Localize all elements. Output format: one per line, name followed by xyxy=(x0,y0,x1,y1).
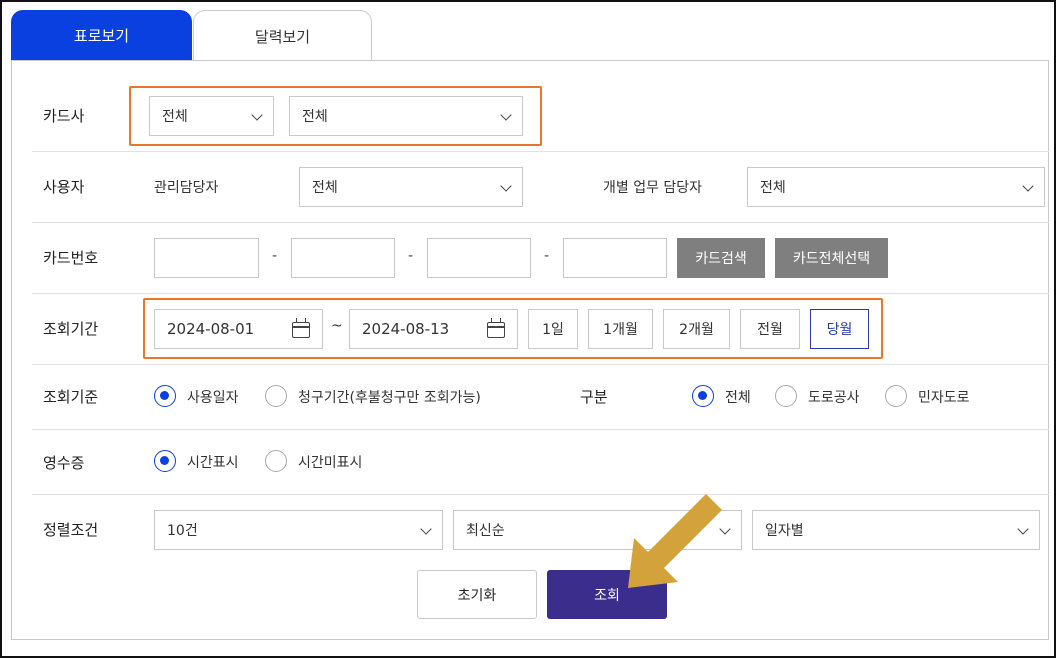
category-option-all[interactable]: 전체 xyxy=(725,387,751,407)
criteria-radio-billing-period[interactable] xyxy=(265,385,287,407)
category-radio-all[interactable] xyxy=(692,385,714,407)
card-number-separator: - xyxy=(544,248,550,264)
receipt-radio-hide-time[interactable] xyxy=(265,450,287,472)
sort-count-value: 10건 xyxy=(167,523,198,539)
divider xyxy=(32,494,1049,495)
chevron-down-icon xyxy=(1022,180,1034,192)
tab-calendar-view[interactable]: 달력보기 xyxy=(193,10,372,61)
category-option-private-road[interactable]: 민자도로 xyxy=(918,387,970,407)
receipt-label: 영수증 xyxy=(43,454,85,472)
criteria-option-billing-period[interactable]: 청구기간(후불청구만 조회가능) xyxy=(298,387,481,407)
divider xyxy=(32,222,1049,223)
manager-select-value: 전체 xyxy=(312,180,338,196)
card-number-field-2[interactable] xyxy=(291,238,395,278)
card-number-field-1[interactable] xyxy=(154,238,259,278)
highlight-period xyxy=(143,298,883,359)
sort-order-value: 최신순 xyxy=(466,523,505,539)
card-number-separator: - xyxy=(408,248,414,264)
category-option-expressway[interactable]: 도로공사 xyxy=(808,387,860,407)
card-number-label: 카드번호 xyxy=(43,249,99,267)
chevron-down-icon xyxy=(420,523,432,535)
card-company-label: 카드사 xyxy=(43,107,85,125)
criteria-radio-usage-date[interactable] xyxy=(154,385,176,407)
divider xyxy=(32,293,1049,294)
pointer-arrow-icon xyxy=(628,492,722,588)
highlight-card-company xyxy=(129,86,542,146)
sort-label: 정렬조건 xyxy=(43,521,99,539)
category-radio-expressway[interactable] xyxy=(775,385,797,407)
criteria-option-usage-date[interactable]: 사용일자 xyxy=(187,387,239,407)
individual-manager-select[interactable]: 전체 xyxy=(747,167,1045,207)
receipt-option-show-time[interactable]: 시간표시 xyxy=(187,452,239,472)
period-label: 조회기간 xyxy=(43,320,99,338)
receipt-option-hide-time[interactable]: 시간미표시 xyxy=(298,452,362,472)
individual-manager-select-value: 전체 xyxy=(760,180,786,196)
category-radio-private-road[interactable] xyxy=(885,385,907,407)
user-label: 사용자 xyxy=(43,178,85,196)
sort-grouping-select[interactable]: 일자별 xyxy=(752,510,1040,550)
card-number-field-3[interactable] xyxy=(427,238,531,278)
card-select-all-button[interactable]: 카드전체선택 xyxy=(775,238,888,278)
category-label: 구분 xyxy=(580,388,608,406)
receipt-radio-show-time[interactable] xyxy=(154,450,176,472)
card-number-field-4[interactable] xyxy=(563,238,667,278)
card-search-button[interactable]: 카드검색 xyxy=(677,238,765,278)
card-number-separator: - xyxy=(272,248,278,264)
divider xyxy=(32,364,1049,365)
individual-manager-label: 개별 업무 담당자 xyxy=(603,180,703,196)
divider xyxy=(32,429,1049,430)
sort-grouping-value: 일자별 xyxy=(765,523,804,539)
tab-table-view[interactable]: 표로보기 xyxy=(11,10,192,61)
sort-count-select[interactable]: 10건 xyxy=(154,510,443,550)
chevron-down-icon xyxy=(500,180,512,192)
manager-select[interactable]: 전체 xyxy=(299,167,523,207)
chevron-down-icon xyxy=(1017,523,1029,535)
divider xyxy=(32,151,1049,152)
criteria-label: 조회기준 xyxy=(43,388,99,406)
manager-label: 관리담당자 xyxy=(154,180,219,196)
reset-button[interactable]: 초기화 xyxy=(417,570,537,619)
